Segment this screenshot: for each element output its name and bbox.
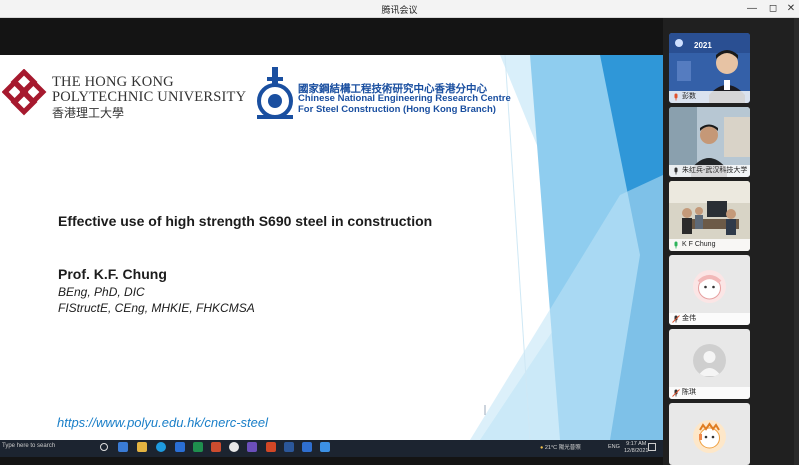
word-icon[interactable] — [284, 442, 294, 452]
excel-icon[interactable] — [193, 442, 203, 452]
weather-temp: 21°C — [544, 445, 558, 451]
speaker-credentials-1: BEng, PhD, DIC — [58, 285, 145, 299]
cnerc-emblem-icon — [257, 67, 293, 119]
participant-name: 金伟 — [682, 315, 696, 322]
microphone-icon[interactable] — [672, 93, 680, 101]
weather-desc: 陽光普照 — [558, 445, 581, 451]
participant-name: 彭数 — [682, 93, 696, 100]
polyu-name-chinese: 香港理工大學 — [52, 106, 125, 120]
slide-url-link: https://www.polyu.edu.hk/cnerc-steel — [57, 415, 268, 430]
microphone-icon[interactable] — [672, 315, 680, 323]
participant-tile[interactable]: 陈琪 — [669, 329, 750, 399]
folder-icon[interactable] — [137, 442, 147, 452]
taskbar-clock[interactable]: 9:17 AM 12/8/2021 — [624, 441, 648, 455]
task-view-icon[interactable] — [100, 443, 108, 451]
avatar — [693, 344, 726, 377]
panel-scrollbar[interactable] — [794, 18, 799, 465]
minimize-icon[interactable]: — — [744, 2, 760, 15]
microphone-icon[interactable] — [672, 389, 680, 397]
weather-widget[interactable]: ● 21°C 陽光普照 — [540, 443, 581, 451]
participant-namebar: 金伟 — [669, 313, 750, 325]
participant-name: K F Chung — [682, 241, 716, 248]
app-icon-2[interactable] — [211, 442, 221, 452]
chrome-icon[interactable] — [229, 442, 239, 452]
language-indicator[interactable]: ENG — [608, 444, 620, 450]
participant-tile[interactable] — [669, 403, 750, 465]
banner-year: 2021 — [694, 41, 712, 50]
participant-panel[interactable]: 2021 彭数 朱红兵-武汉科技大学 K F Chung 金伟 陈琪 — [663, 18, 799, 465]
app-icon-4[interactable] — [320, 442, 330, 452]
sun-icon: ● — [540, 445, 544, 451]
default-user-icon — [698, 351, 721, 376]
participant-name: 陈琪 — [682, 389, 696, 396]
participant-namebar: 彭数 — [669, 91, 750, 103]
cnerc-name-line2: For Steel Construction (Hong Kong Branch… — [298, 104, 496, 115]
mail-icon[interactable] — [175, 442, 185, 452]
microphone-icon[interactable] — [672, 241, 680, 249]
participant-namebar: 朱红兵-武汉科技大学 — [669, 165, 750, 177]
app-icon-1[interactable] — [118, 442, 128, 452]
polyu-emblem-icon — [2, 69, 47, 116]
app-window: 腾讯会议 — ◻ ✕ THE HONG KONG POLYTECHNIC UNI… — [0, 0, 799, 465]
avatar — [693, 420, 726, 453]
taskbar: Type here to search ● 21°C 陽光普照 ENG 9:17… — [0, 440, 663, 457]
participant-tile[interactable]: K F Chung — [669, 181, 750, 251]
participant-tile[interactable]: 2021 彭数 — [669, 33, 750, 103]
title-bar: 腾讯会议 — ◻ ✕ — [0, 0, 799, 18]
cnerc-name-line1: Chinese National Engineering Research Ce… — [298, 93, 511, 104]
speaker-credentials-2: FIStructE, CEng, MHKIE, FHKCMSA — [58, 301, 255, 315]
bottom-strip — [0, 457, 663, 465]
participant-namebar: K F Chung — [669, 239, 750, 251]
microphone-icon[interactable] — [672, 167, 680, 175]
cartoon-avatar-icon — [697, 275, 722, 300]
shared-slide: THE HONG KONG POLYTECHNIC UNIVERSITY 香港理… — [0, 55, 663, 440]
edge-icon[interactable] — [156, 442, 166, 452]
clock-time: 9:17 AM — [626, 441, 647, 447]
participant-name: 朱红兵-武汉科技大学 — [682, 167, 748, 174]
participant-tile[interactable]: 金伟 — [669, 255, 750, 325]
avatar — [693, 270, 726, 303]
close-icon[interactable]: ✕ — [783, 2, 799, 15]
participant-tile[interactable]: 朱红兵-武汉科技大学 — [669, 107, 750, 177]
teams-icon[interactable] — [247, 442, 257, 452]
taskbar-search[interactable]: Type here to search — [2, 443, 55, 449]
slide-title: Effective use of high strength S690 stee… — [58, 213, 433, 229]
powerpoint-icon[interactable] — [266, 442, 276, 452]
cartoon-avatar-icon — [699, 422, 720, 449]
app-icon-3[interactable] — [302, 442, 312, 452]
participant-namebar: 陈琪 — [669, 387, 750, 399]
maximize-icon[interactable]: ◻ — [765, 2, 781, 15]
speaker-name: Prof. K.F. Chung — [58, 266, 167, 282]
notification-icon[interactable] — [648, 443, 656, 451]
window-title: 腾讯会议 — [381, 5, 418, 15]
clock-date: 12/8/2021 — [624, 448, 649, 454]
